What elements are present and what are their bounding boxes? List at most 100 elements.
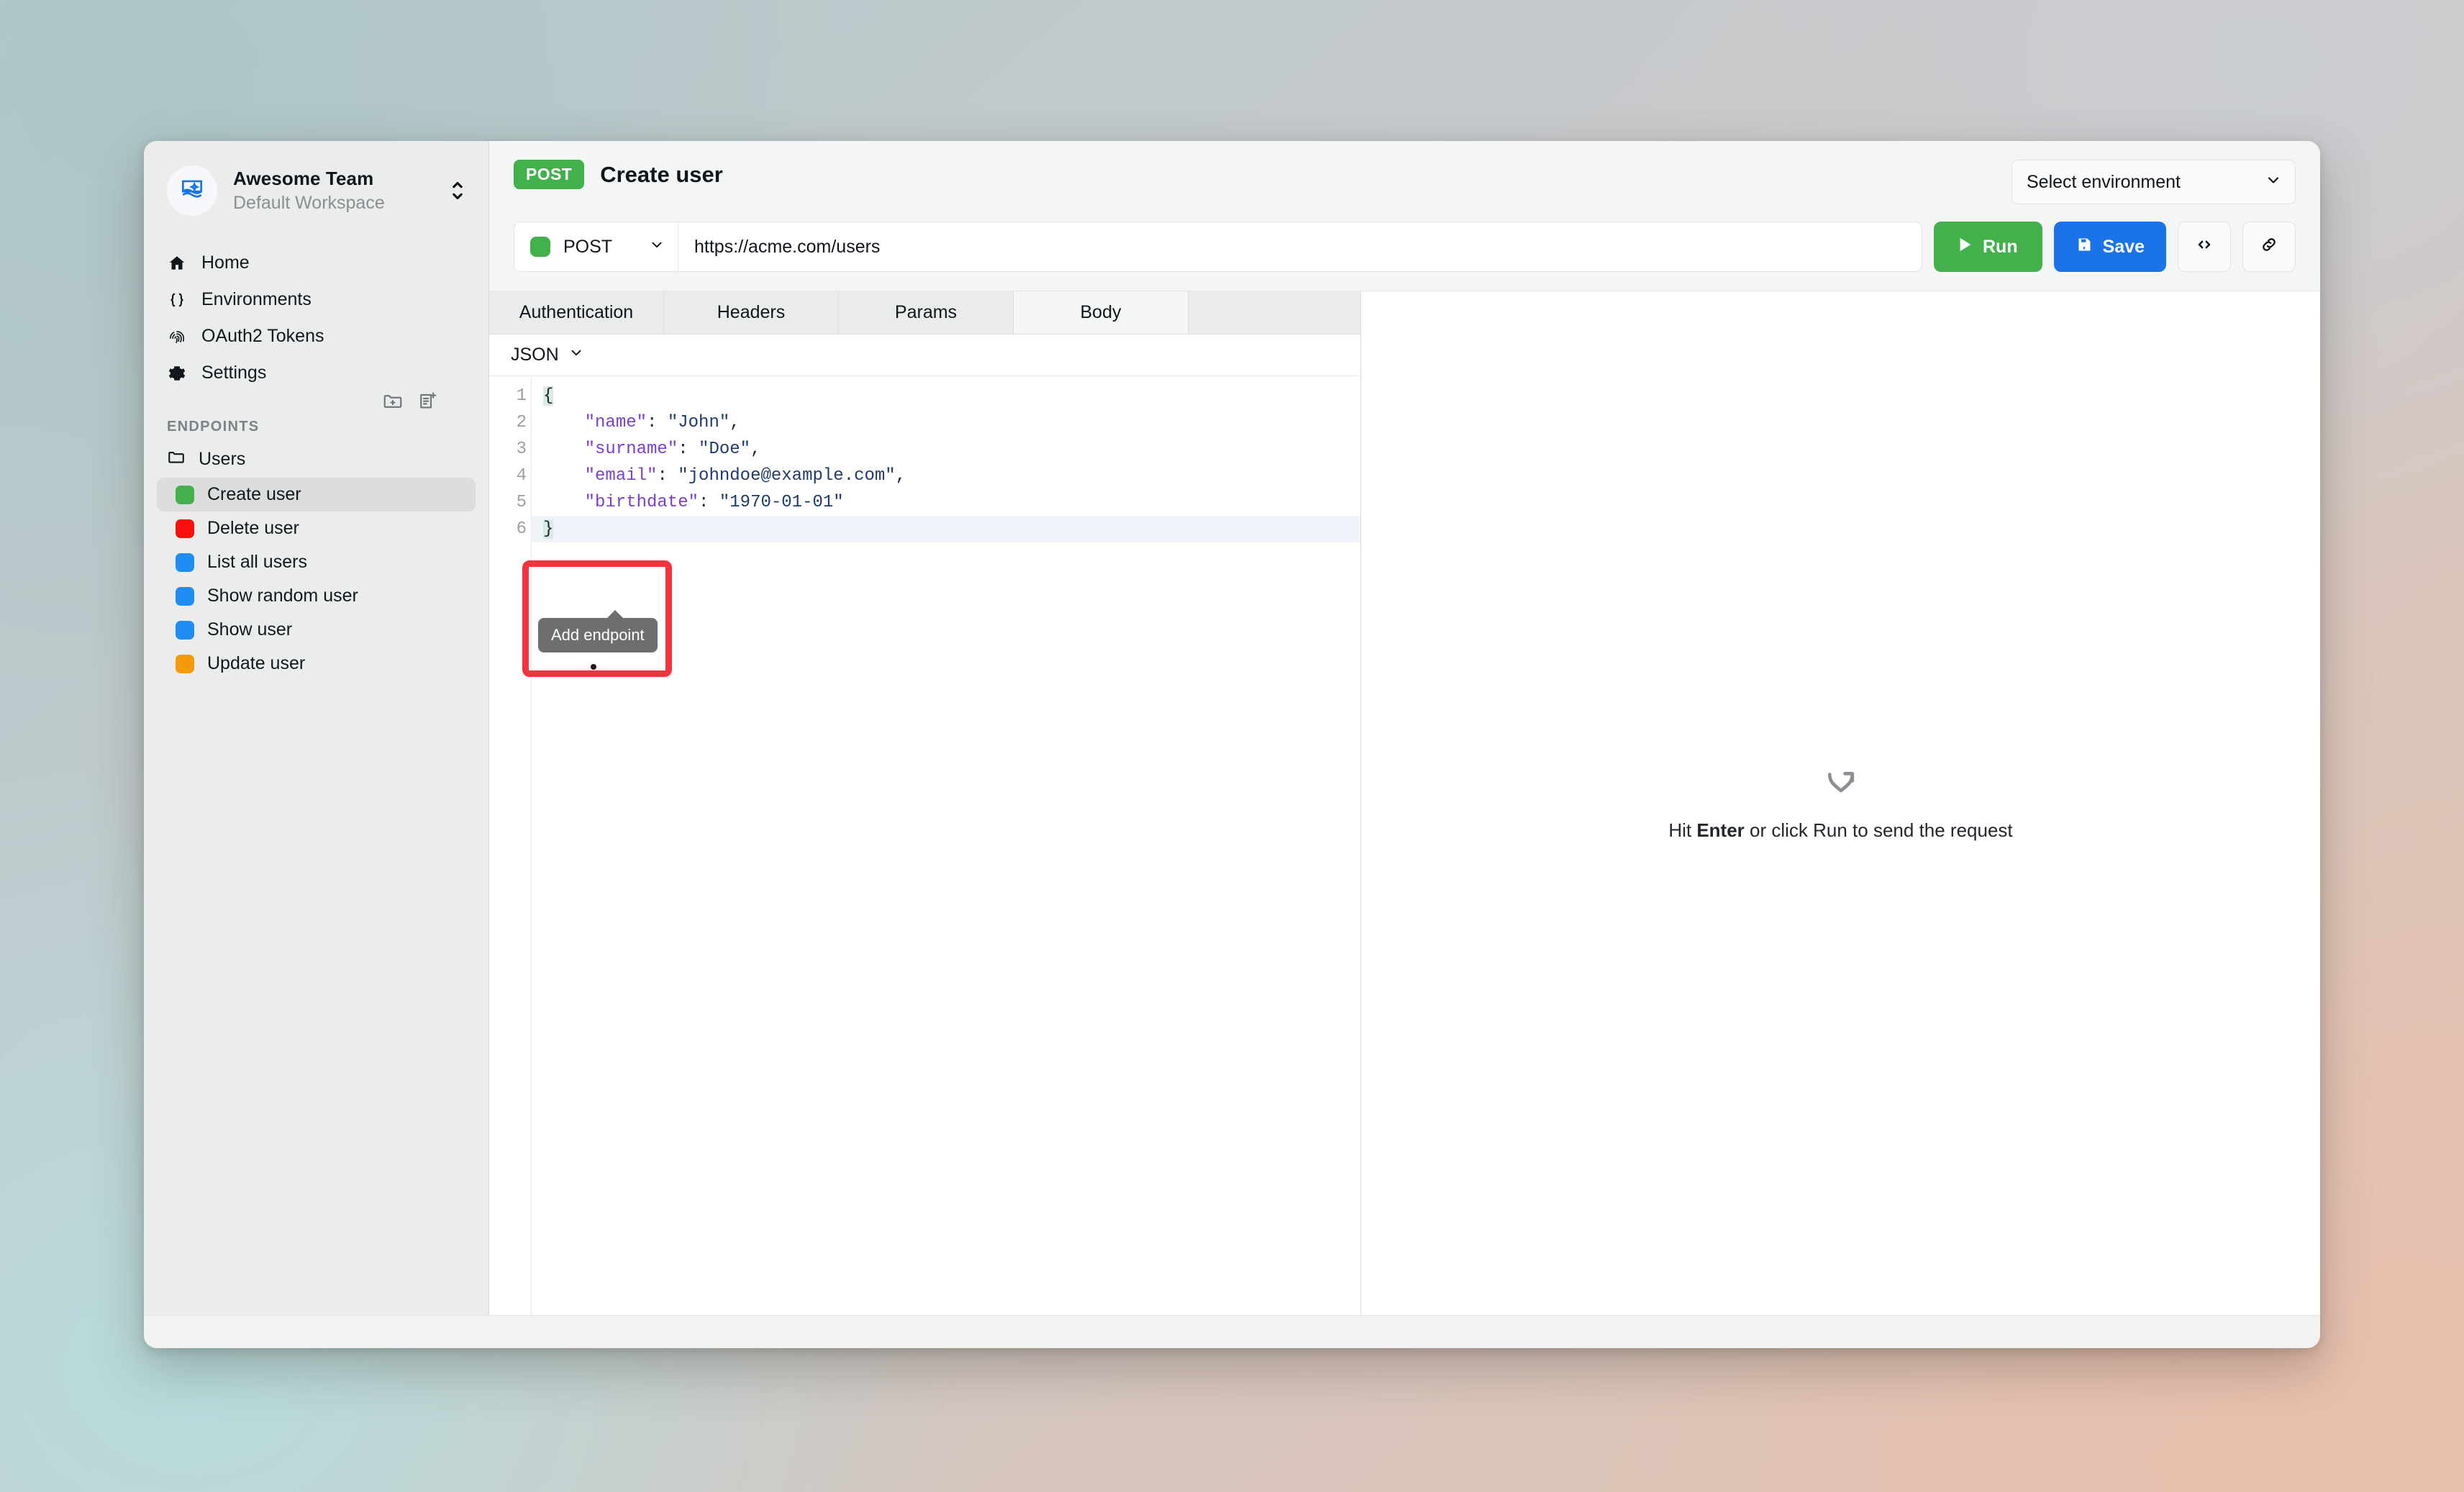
code-line: "birthdate": "1970-01-01" bbox=[532, 489, 1360, 516]
endpoint-item-update-user[interactable]: Update user bbox=[157, 647, 476, 681]
code-token: , bbox=[895, 466, 906, 486]
endpoint-item-create-user[interactable]: Create user bbox=[157, 478, 476, 511]
window-body: Awesome Team Default Workspace Home Envi… bbox=[144, 141, 2320, 1315]
endpoint-label: Delete user bbox=[207, 518, 299, 538]
endpoint-label: Create user bbox=[207, 484, 301, 504]
code-token: "johndoe@example.com" bbox=[678, 466, 896, 486]
sidebar-item-environments[interactable]: Environments bbox=[157, 281, 476, 318]
url-bar: POST Run bbox=[489, 204, 2320, 291]
chevron-down-icon bbox=[649, 237, 665, 258]
body-format-label: JSON bbox=[511, 345, 559, 365]
workspace-switcher[interactable]: Awesome Team Default Workspace bbox=[144, 141, 488, 235]
code-token: "name" bbox=[584, 413, 647, 432]
workspace-text: Awesome Team Default Workspace bbox=[233, 167, 429, 215]
view-code-button[interactable] bbox=[2178, 222, 2231, 272]
request-title-row: POST Create user bbox=[514, 160, 2000, 189]
code-token: : bbox=[647, 413, 668, 432]
method-color-dot bbox=[176, 519, 194, 538]
endpoint-label: Show user bbox=[207, 619, 293, 640]
gear-icon bbox=[167, 364, 187, 383]
code-line: "surname": "Doe", bbox=[532, 436, 1360, 463]
tree-folder-users[interactable]: Users bbox=[157, 441, 476, 478]
request-pane: Authentication Headers Params Body JSON bbox=[489, 291, 1361, 1315]
empty-prefix: Hit bbox=[1668, 819, 1697, 841]
floppy-disk-icon bbox=[2076, 236, 2093, 258]
sidebar-item-settings[interactable]: Settings bbox=[157, 355, 476, 391]
line-number: 5 bbox=[516, 493, 527, 512]
body-format-select[interactable]: JSON bbox=[511, 345, 584, 365]
code-token: "surname" bbox=[584, 440, 678, 459]
line-number: 6 bbox=[516, 519, 527, 539]
code-token: "email" bbox=[584, 466, 658, 486]
endpoint-label: Show random user bbox=[207, 586, 358, 606]
request-header: POST Create user Select environment bbox=[489, 141, 2320, 204]
method-color-dot bbox=[176, 620, 194, 640]
tooltip-anchor-dot bbox=[591, 664, 596, 670]
endpoints-section-actions bbox=[381, 388, 440, 413]
braces-icon bbox=[167, 291, 187, 309]
editor-code-area[interactable]: { "name": "John", "surname": "Doe", "ema… bbox=[531, 376, 1360, 1315]
copy-link-button[interactable] bbox=[2242, 222, 2296, 272]
code-token: "1970-01-01" bbox=[719, 493, 844, 512]
sidebar-item-home[interactable]: Home bbox=[157, 245, 476, 281]
tab-strip-filler bbox=[1188, 291, 1360, 334]
editor-gutter: 1 2 3 4 5 6 bbox=[489, 376, 531, 1315]
workspace-subtitle: Default Workspace bbox=[233, 193, 385, 213]
add-folder-button[interactable] bbox=[381, 388, 405, 413]
endpoint-item-delete-user[interactable]: Delete user bbox=[157, 511, 476, 545]
tree-folder-label: Users bbox=[199, 449, 246, 469]
chevron-up-down-icon[interactable] bbox=[445, 178, 470, 203]
tab-authentication[interactable]: Authentication bbox=[489, 291, 664, 334]
tab-params[interactable]: Params bbox=[839, 291, 1014, 334]
response-empty-text: Hit Enter or click Run to send the reque… bbox=[1668, 819, 2012, 842]
run-button[interactable]: Run bbox=[1934, 222, 2042, 272]
endpoints-section-header: ENDPOINTS bbox=[144, 391, 488, 441]
workspace-name: Awesome Team bbox=[233, 167, 374, 189]
sidebar-item-oauth2-tokens[interactable]: OAuth2 Tokens bbox=[157, 318, 476, 355]
sidebar-item-label: Settings bbox=[201, 363, 267, 383]
status-footer bbox=[144, 1315, 2320, 1348]
method-select[interactable]: POST bbox=[514, 222, 678, 271]
code-token: : bbox=[657, 466, 678, 486]
tab-headers[interactable]: Headers bbox=[664, 291, 839, 334]
method-color-dot bbox=[176, 586, 194, 606]
sidebar-item-label: Home bbox=[201, 253, 250, 273]
empty-key: Enter bbox=[1696, 819, 1745, 841]
method-color-dot bbox=[176, 485, 194, 504]
response-empty-state: Hit Enter or click Run to send the reque… bbox=[1668, 765, 2013, 842]
primary-nav: Home Environments OAuth2 Tokens Settings bbox=[144, 235, 488, 391]
save-button[interactable]: Save bbox=[2053, 222, 2166, 272]
link-icon bbox=[2259, 235, 2279, 260]
code-token: : bbox=[678, 440, 699, 459]
url-input-group: POST bbox=[514, 222, 1922, 272]
code-token: "John" bbox=[667, 413, 730, 432]
method-select-label: POST bbox=[563, 236, 613, 257]
endpoint-label: List all users bbox=[207, 552, 307, 572]
url-input[interactable] bbox=[678, 222, 1922, 271]
endpoint-item-show-random-user[interactable]: Show random user bbox=[157, 579, 476, 613]
method-color-dot bbox=[176, 552, 194, 572]
run-button-label: Run bbox=[1983, 236, 2018, 257]
body-editor[interactable]: 1 2 3 4 5 6 { "name": "John", "surname":… bbox=[489, 376, 1360, 1315]
method-color-dot bbox=[530, 237, 550, 257]
environment-select[interactable]: Select environment bbox=[2011, 160, 2296, 204]
add-endpoint-button[interactable] bbox=[415, 388, 440, 413]
code-token: { bbox=[543, 386, 554, 406]
endpoint-item-show-user[interactable]: Show user bbox=[157, 613, 476, 647]
tab-body[interactable]: Body bbox=[1014, 291, 1188, 334]
endpoints-tree: Users Create user Delete user List all u… bbox=[144, 441, 488, 681]
method-badge: POST bbox=[514, 160, 585, 189]
code-line: { bbox=[532, 383, 1360, 409]
fingerprint-icon bbox=[167, 327, 187, 346]
play-icon bbox=[1958, 237, 1973, 258]
home-icon bbox=[167, 254, 187, 273]
code-token: "birthdate" bbox=[584, 493, 699, 512]
line-number: 2 bbox=[516, 413, 527, 432]
add-endpoint-tooltip: Add endpoint bbox=[538, 610, 658, 652]
code-token: , bbox=[750, 440, 761, 459]
sidebar-item-label: OAuth2 Tokens bbox=[201, 326, 324, 346]
endpoint-item-list-all-users[interactable]: List all users bbox=[157, 545, 476, 579]
method-color-dot bbox=[176, 654, 194, 673]
app-window: Awesome Team Default Workspace Home Envi… bbox=[144, 141, 2320, 1348]
chevron-down-icon bbox=[2265, 171, 2282, 194]
